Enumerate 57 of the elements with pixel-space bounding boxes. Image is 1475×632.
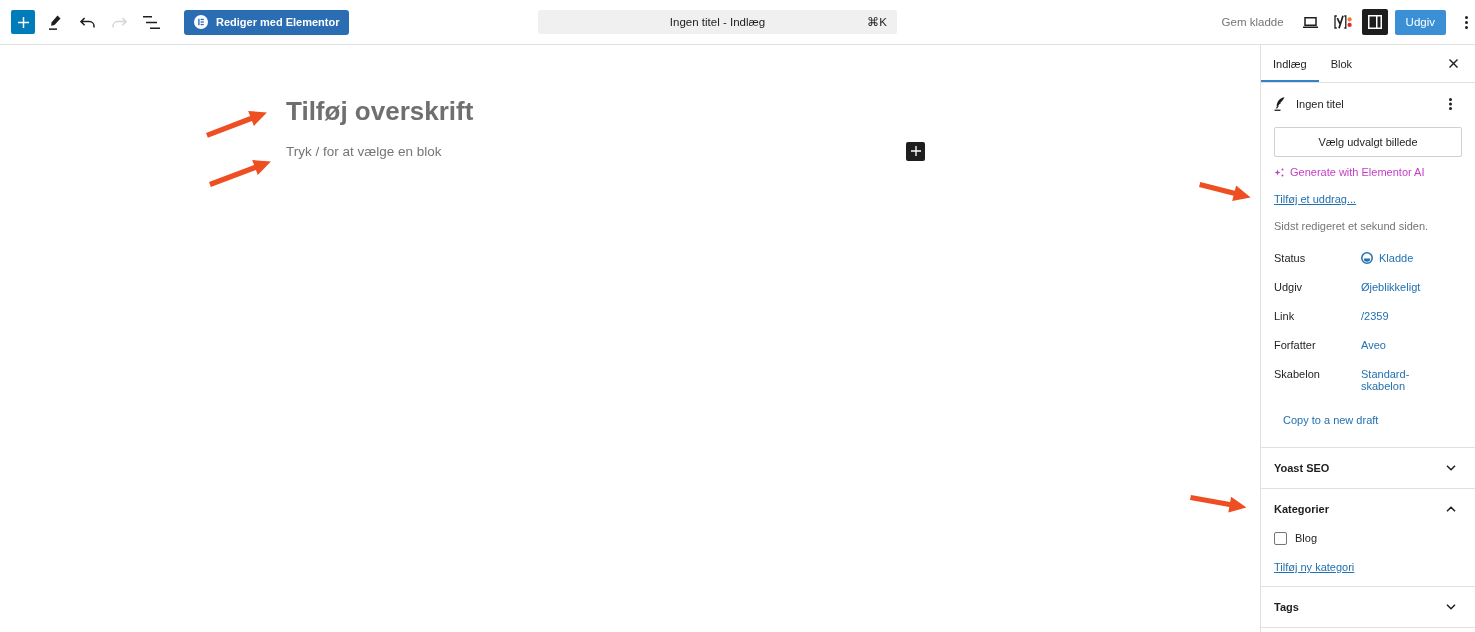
half-circle-icon <box>1361 252 1373 264</box>
logo-icon <box>194 15 208 29</box>
field-label: Forfatter <box>1274 339 1317 351</box>
field-value-link[interactable]: Aveo <box>1361 339 1386 351</box>
laptop-icon <box>1303 16 1319 28</box>
generate-ai-link[interactable]: Generate with Elementor AI <box>1274 165 1425 179</box>
field-label: Link <box>1274 310 1296 322</box>
field-value-link[interactable]: Standard-skabelon <box>1361 368 1436 392</box>
field-label: Skabelon <box>1274 368 1321 380</box>
field-label: Status <box>1274 252 1307 264</box>
field-value-link[interactable]: /2359 <box>1361 310 1389 322</box>
save-draft-button[interactable]: Gem kladde <box>1215 7 1290 37</box>
panel-header[interactable]: Tags <box>1274 587 1456 627</box>
copy-draft-link[interactable]: Copy to a new draft <box>1274 413 1379 427</box>
add-category-link[interactable]: Tilføj ny kategori <box>1274 560 1355 574</box>
add-excerpt-link[interactable]: Tilføj et uddrag... <box>1274 192 1357 206</box>
feather-icon <box>1274 97 1285 111</box>
paragraph-field[interactable]: Tryk / for at vælge en blok <box>286 142 846 160</box>
chevron-up-icon <box>1446 506 1456 512</box>
plus-icon <box>17 16 29 28</box>
last-edited-text: Sidst redigeret et sekund siden. <box>1274 219 1429 233</box>
more-options-icon <box>1464 15 1468 29</box>
panel-header[interactable]: Kategorier <box>1274 489 1456 529</box>
add-block-button[interactable] <box>906 141 925 161</box>
edit-with-elementor-button[interactable]: Rediger med Elementor <box>184 9 350 35</box>
arrow-icon <box>1199 182 1251 202</box>
checkbox-label: Blog <box>1295 532 1318 544</box>
arrow-icon <box>206 110 267 138</box>
list-view-icon <box>142 15 160 29</box>
more-options-icon <box>1448 98 1452 110</box>
field-value-link[interactable]: Kladde <box>1361 252 1414 264</box>
post-title: Ingen titel <box>1296 98 1344 110</box>
settings-button[interactable] <box>1361 9 1388 35</box>
sidebar-tab[interactable]: Blok <box>1318 45 1365 82</box>
sidebar-icon <box>1367 15 1382 29</box>
arrow-icon <box>209 159 271 187</box>
sidebar-tab[interactable]: Indlæg <box>1261 45 1319 82</box>
checkbox[interactable] <box>1274 531 1287 545</box>
arrow-icon <box>1189 495 1246 513</box>
logo-icon <box>1333 15 1352 29</box>
pen-icon <box>49 14 61 30</box>
featured-image-button[interactable]: Vælg udvalgt billede <box>1274 127 1462 157</box>
title-field[interactable]: Tilføj overskrift <box>286 96 925 127</box>
command-bar-title: Ingen titel - Indlæg <box>669 16 766 28</box>
field-label: Udgiv <box>1274 281 1304 293</box>
chevron-down-icon <box>1446 604 1456 610</box>
close-icon <box>1448 59 1458 68</box>
sparkle-icon <box>1274 167 1284 177</box>
command-palette-button[interactable]: Ingen titel - Indlæg ⌘K <box>538 10 897 34</box>
field-value-link[interactable]: Øjeblikkeligt <box>1361 281 1421 293</box>
undo-icon <box>79 16 95 28</box>
publish-button[interactable]: Udgiv <box>1394 9 1446 35</box>
shortcut-label: ⌘K <box>867 15 887 29</box>
plus-icon <box>910 146 921 156</box>
chevron-down-icon <box>1446 465 1456 471</box>
redo-icon <box>111 16 127 28</box>
panel-header[interactable]: Yoast SEO <box>1274 448 1456 488</box>
